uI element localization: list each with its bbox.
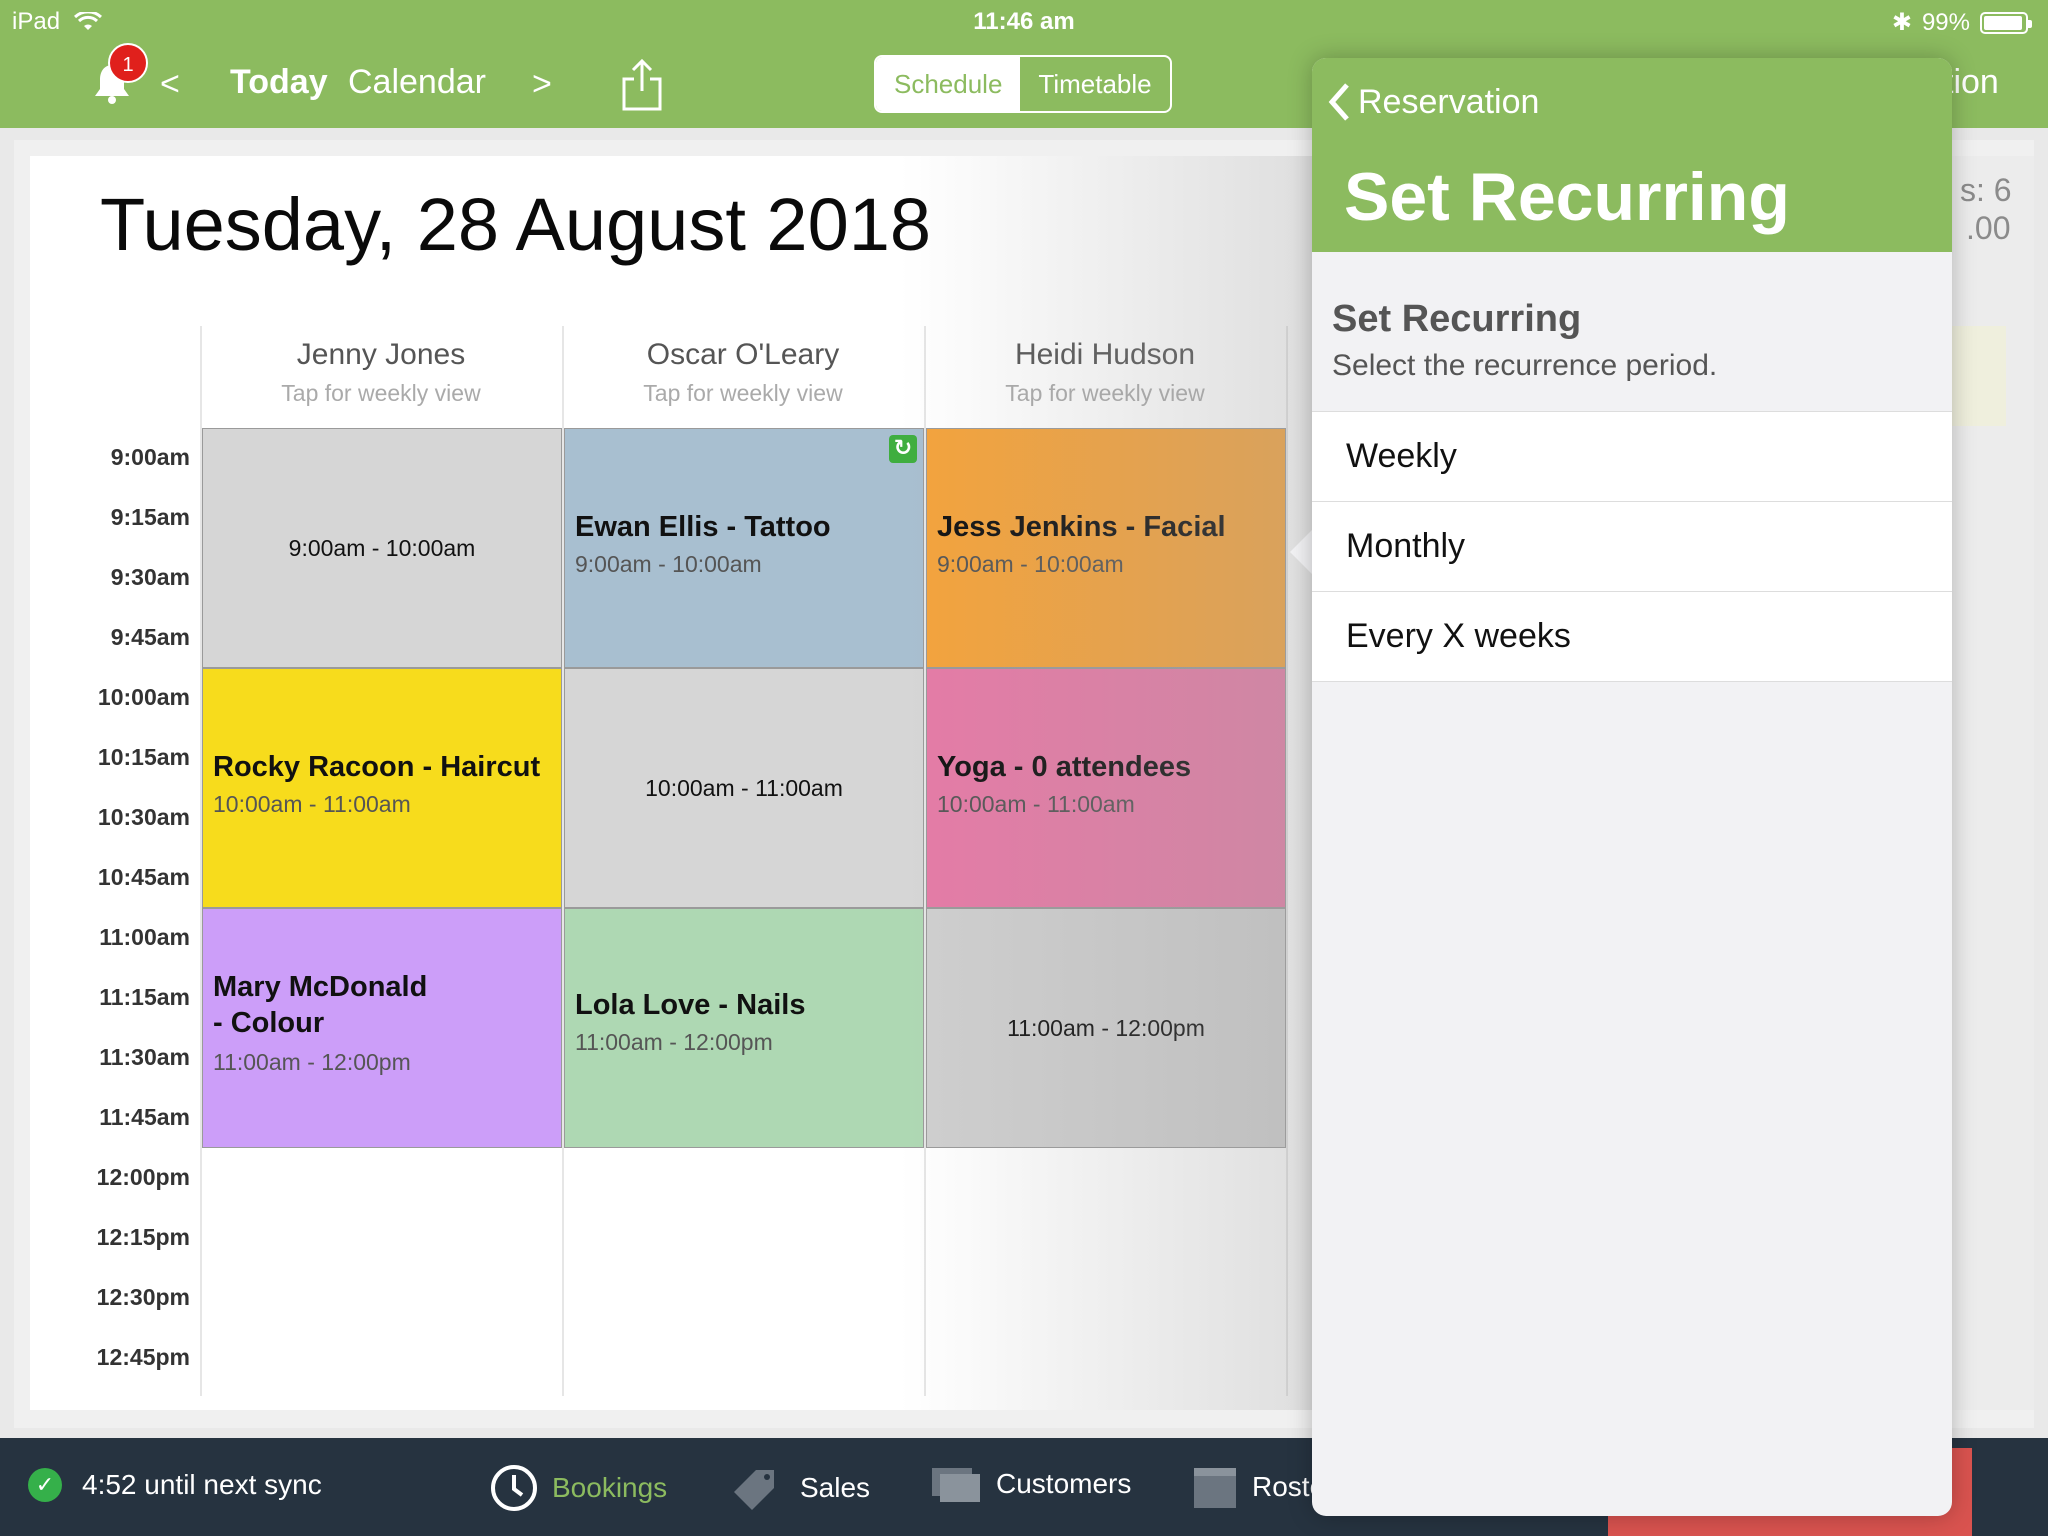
appointment-time: 11:00am - 12:00pm (213, 1049, 411, 1075)
time-label: 12:15pm (96, 1224, 190, 1250)
partial-nav-label[interactable]: tion (1944, 63, 1999, 102)
popover-title: Set Recurring (1344, 159, 1790, 235)
empty-slot[interactable]: 11:00am - 12:00pm (926, 908, 1286, 1148)
column-divider (1286, 326, 1288, 1396)
battery-percent: 99% (1921, 8, 1970, 36)
popover-arrow (1290, 530, 1312, 574)
staff-weekly-hint: Tap for weekly view (1005, 380, 1205, 406)
partial-stat-2: .00 (1966, 210, 2011, 246)
staff-header-heidi[interactable]: Heidi Hudson Tap for weekly view (924, 326, 1284, 426)
option-every-x-weeks[interactable]: Every X weeks (1312, 592, 1952, 682)
staff-name: Heidi Hudson (1014, 338, 1196, 371)
option-weekly[interactable]: Weekly (1312, 412, 1952, 502)
appointment-card[interactable]: ↻ Ewan Ellis - Tattoo 9:00am - 10:00am (564, 428, 924, 668)
appointment-title-line2: - Colour (213, 1007, 325, 1039)
appointment-time: 11:00am - 12:00pm (575, 1029, 773, 1055)
appointment-time: 10:00am - 11:00am (213, 791, 411, 817)
time-label: 10:45am (97, 864, 190, 890)
time-label: 9:00am (110, 444, 190, 470)
time-label: 11:45am (99, 1104, 190, 1130)
battery-icon (1980, 11, 2032, 34)
set-recurring-popover: Reservation Set Recurring Set Recurring … (1312, 58, 1952, 1516)
time-label: 10:00am (97, 684, 190, 710)
view-segmented-control: Schedule Timetable (874, 55, 1172, 113)
appointment-title: Yoga - 0 attendees (937, 751, 1192, 783)
customers-icon (932, 1468, 980, 1502)
staff-header-jenny[interactable]: Jenny Jones Tap for weekly view (200, 326, 560, 426)
tab-customers[interactable]: Customers (930, 1464, 1131, 1504)
appointment-title: Rocky Racoon - Haircut (213, 751, 541, 783)
slot-time: 10:00am - 11:00am (645, 775, 843, 801)
time-label: 12:45pm (96, 1344, 190, 1370)
popover-section: Set Recurring Select the recurrence peri… (1332, 298, 1717, 383)
tab-label: Customers (996, 1468, 1132, 1499)
tab-roster[interactable]: Roste (1192, 1464, 1325, 1510)
popover-header: Reservation Set Recurring (1312, 58, 1952, 252)
time-label: 11:00am (99, 924, 190, 950)
slot-time: 9:00am - 10:00am (288, 535, 476, 561)
partial-stat-1: s: 6 (1960, 172, 2012, 208)
time-label: 10:30am (97, 804, 190, 830)
appointment-title: Mary McDonald (213, 971, 428, 1003)
appointment-card[interactable]: Yoga - 0 attendees 10:00am - 11:00am (926, 668, 1286, 908)
tab-label: Bookings (552, 1472, 668, 1503)
tab-label: Sales (800, 1472, 871, 1503)
appointment-card[interactable]: Mary McDonald - Colour 11:00am - 12:00pm (202, 908, 562, 1148)
staff-header-oscar[interactable]: Oscar O'Leary Tap for weekly view (562, 326, 922, 426)
segment-timetable[interactable]: Timetable (1020, 57, 1169, 111)
chevron-left-icon (1328, 83, 1349, 121)
staff-name: Oscar O'Leary (646, 338, 840, 371)
section-heading: Set Recurring (1332, 298, 1582, 340)
price-tag-icon (734, 1470, 774, 1510)
empty-slot[interactable]: 10:00am - 11:00am (564, 668, 924, 908)
time-label: 9:15am (110, 504, 190, 530)
appointment-title: Ewan Ellis - Tattoo (575, 511, 831, 543)
option-monthly[interactable]: Monthly (1312, 502, 1952, 592)
clock-icon (491, 1465, 537, 1511)
staff-weekly-hint: Tap for weekly view (281, 380, 481, 406)
appointment-time: 9:00am - 10:00am (575, 551, 762, 577)
calendar-icon (1194, 1468, 1236, 1508)
time-label: 12:00pm (96, 1164, 190, 1190)
time-label: 11:15am (99, 984, 190, 1010)
appointment-time: 10:00am - 11:00am (937, 791, 1135, 817)
calendar-button[interactable]: Calendar (348, 63, 486, 102)
tab-sales[interactable]: Sales (730, 1464, 870, 1512)
time-label: 9:45am (110, 624, 190, 650)
back-button[interactable]: Reservation (1328, 82, 1539, 122)
back-label: Reservation (1358, 82, 1540, 121)
check-icon: ✓ (28, 1468, 62, 1502)
slot-time: 11:00am - 12:00pm (1007, 1015, 1205, 1041)
today-button[interactable]: Today (230, 63, 328, 102)
appointment-card[interactable]: Jess Jenkins - Facial 9:00am - 10:00am (926, 428, 1286, 668)
tab-bookings[interactable]: Bookings (490, 1464, 667, 1512)
prev-day-button[interactable]: < (160, 65, 180, 104)
time-label: 12:30pm (96, 1284, 190, 1310)
appointment-card[interactable]: Lola Love - Nails 11:00am - 12:00pm (564, 908, 924, 1148)
section-description: Select the recurrence period. (1332, 349, 1718, 382)
status-bar: iPad 11:46 am ✱ 99% (0, 0, 2048, 40)
time-label: 10:15am (97, 744, 190, 770)
time-label: 9:30am (110, 564, 190, 590)
sync-label: 4:52 until next sync (82, 1469, 322, 1500)
empty-slot[interactable]: 9:00am - 10:00am (202, 428, 562, 668)
notification-badge: 1 (108, 43, 148, 83)
time-label: 11:30am (99, 1044, 190, 1070)
share-icon[interactable] (620, 57, 664, 113)
appointment-time: 9:00am - 10:00am (937, 551, 1124, 577)
clock: 11:46 am (973, 8, 1075, 35)
page-title: Tuesday, 28 August 2018 (100, 183, 932, 266)
appointment-card[interactable]: Rocky Racoon - Haircut 10:00am - 11:00am (202, 668, 562, 908)
sync-status: ✓ 4:52 until next sync (28, 1468, 322, 1502)
appointment-title: Jess Jenkins - Facial (937, 511, 1226, 543)
recurrence-options: Weekly Monthly Every X weeks (1312, 411, 1952, 682)
appointment-title: Lola Love - Nails (575, 989, 806, 1021)
recurring-icon: ↻ (889, 435, 917, 463)
staff-name: Jenny Jones (296, 338, 466, 371)
bluetooth-icon: ✱ (1891, 9, 1912, 36)
partial-note (1952, 326, 2006, 426)
staff-weekly-hint: Tap for weekly view (643, 380, 843, 406)
next-day-button[interactable]: > (532, 65, 552, 104)
segment-schedule[interactable]: Schedule (876, 57, 1021, 111)
